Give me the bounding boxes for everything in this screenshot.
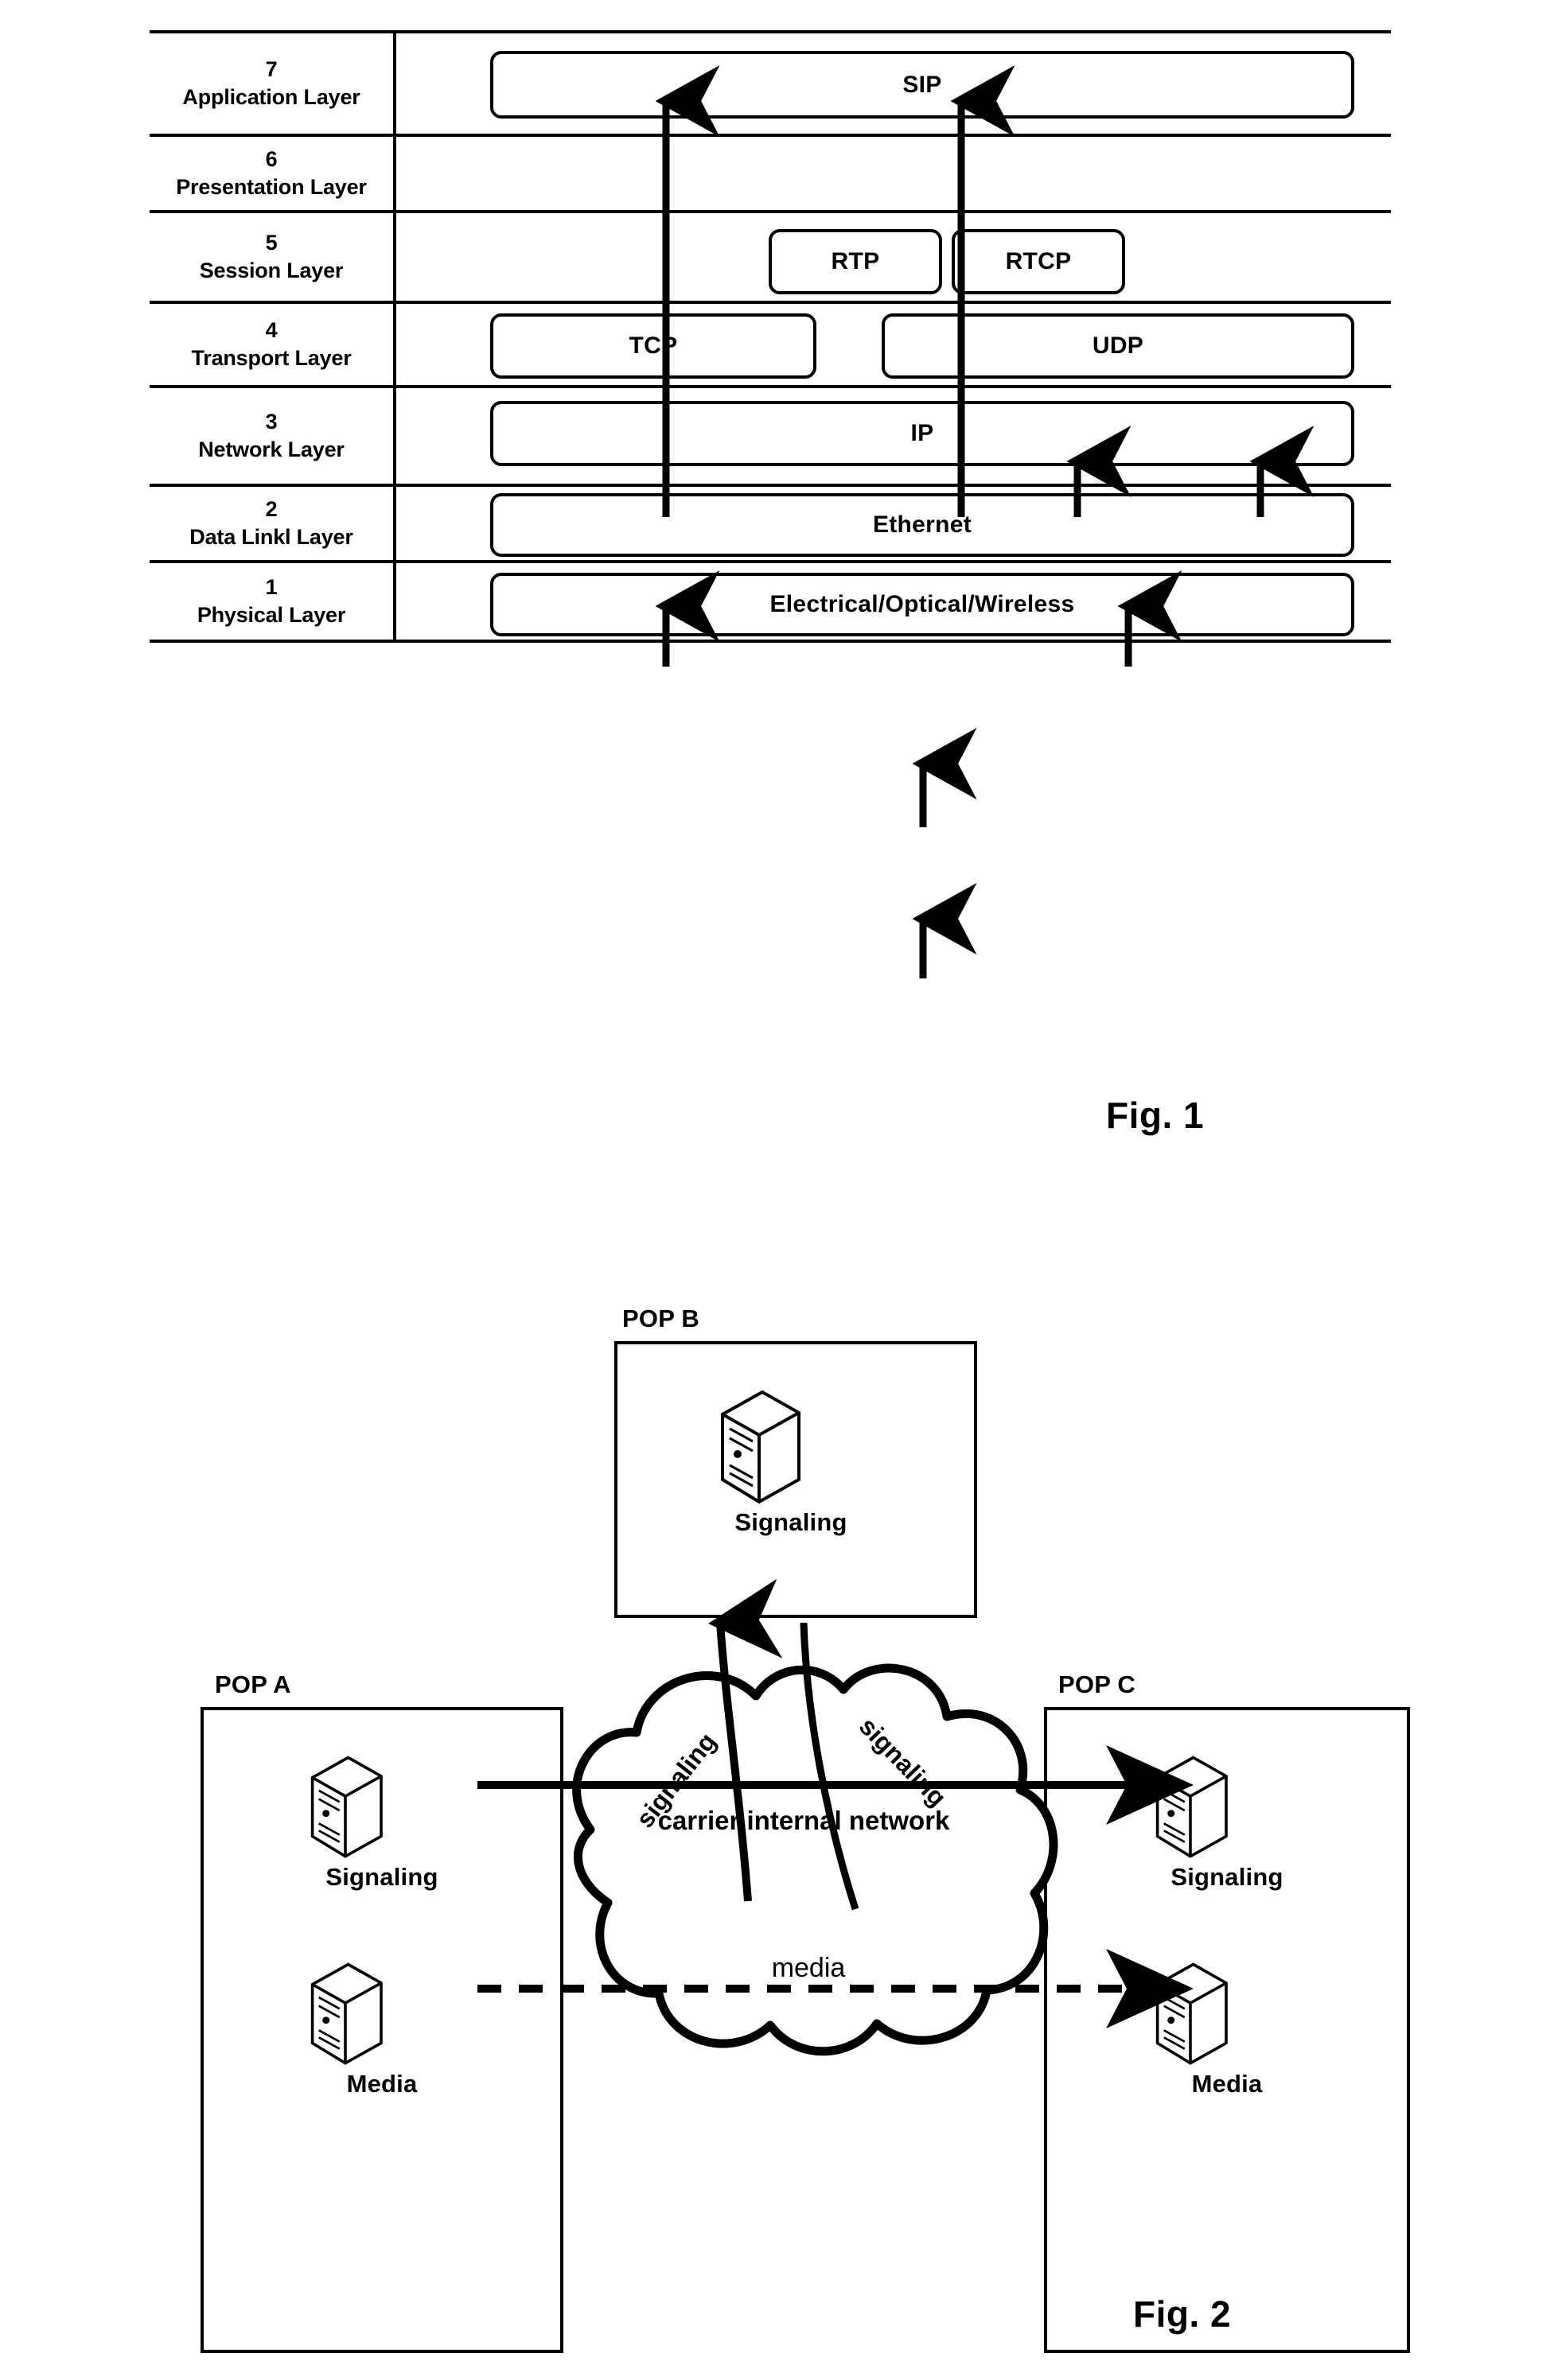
server-icon	[1155, 1756, 1228, 1858]
protocol-box-ethernet[interactable]: Ethernet	[490, 493, 1354, 557]
figure-1: 7 Application Layer SIP 6 Presentation L…	[0, 0, 1558, 1193]
server-icon	[310, 1756, 383, 1858]
protocol-box-tcp[interactable]: TCP	[490, 313, 816, 379]
protocol-box-sip[interactable]: SIP	[490, 51, 1354, 119]
osi-label-layer-6: 6 Presentation Layer	[150, 137, 396, 210]
figure-2-caption: Fig. 2	[1133, 2293, 1232, 2335]
osi-row-layer-5: 5 Session Layer RTP RTCP	[150, 210, 1391, 301]
figure-1-caption: Fig. 1	[1106, 1095, 1205, 1136]
pop-c-node-label: Signaling	[1170, 1863, 1283, 1891]
pop-a-node-label: Signaling	[325, 1863, 438, 1891]
osi-layer-name: Network Layer	[198, 438, 345, 461]
osi-layer-number: 4	[265, 318, 278, 343]
protocol-label-ip: IP	[910, 420, 934, 446]
osi-label-layer-4: 4 Transport Layer	[150, 304, 396, 385]
protocol-box-udp[interactable]: UDP	[882, 313, 1354, 379]
osi-body-layer-3: IP	[396, 388, 1391, 484]
protocol-box-rtp[interactable]: RTP	[769, 229, 942, 294]
osi-row-layer-4: 4 Transport Layer TCP UDP	[150, 301, 1391, 385]
osi-layer-number: 6	[265, 147, 278, 172]
osi-body-layer-1: Electrical/Optical/Wireless	[396, 563, 1391, 640]
osi-layer-name: Transport Layer	[191, 346, 352, 370]
pop-a-node-media[interactable]: Media	[302, 1957, 462, 2098]
pop-b-node-label: Signaling	[734, 1508, 847, 1536]
patent-drawing-sheet: 7 Application Layer SIP 6 Presentation L…	[0, 0, 1558, 2380]
pop-c-title: POP C	[1058, 1670, 1135, 1698]
osi-layer-table: 7 Application Layer SIP 6 Presentation L…	[150, 30, 1391, 643]
protocol-label-rtp: RTP	[831, 248, 880, 274]
pop-a-node-signaling[interactable]: Signaling	[302, 1750, 462, 1892]
osi-label-layer-1: 1 Physical Layer	[150, 563, 396, 640]
osi-row-layer-1: 1 Physical Layer Electrical/Optical/Wire…	[150, 560, 1391, 643]
osi-layer-name: Application Layer	[182, 85, 360, 109]
protocol-box-ip[interactable]: IP	[490, 401, 1354, 466]
server-icon	[310, 1962, 383, 2065]
server-icon	[1155, 1962, 1228, 2065]
arrow-signaling-to-pop-b	[708, 1578, 783, 1902]
osi-label-layer-2: 2 Data Linkl Layer	[150, 487, 396, 560]
media-flow-label: media	[772, 1953, 846, 1983]
pop-c-node-media[interactable]: Media	[1147, 1957, 1307, 2098]
osi-layer-name: Physical Layer	[197, 603, 346, 627]
osi-label-layer-5: 5 Session Layer	[150, 213, 396, 301]
protocol-label-sip: SIP	[902, 71, 942, 98]
protocol-box-physical[interactable]: Electrical/Optical/Wireless	[490, 573, 1354, 636]
pop-c-node-label: Media	[1191, 2070, 1263, 2098]
protocol-label-udp: UDP	[1092, 332, 1144, 359]
protocol-label-tcp: TCP	[629, 332, 678, 359]
protocol-label-ethernet: Ethernet	[872, 511, 972, 538]
osi-label-layer-7: 7 Application Layer	[150, 33, 396, 134]
pop-b-title: POP B	[622, 1305, 699, 1332]
cloud-label-text: carrier internal network	[658, 1806, 950, 1835]
osi-body-layer-7: SIP	[396, 33, 1391, 134]
osi-layer-name: Presentation Layer	[176, 175, 367, 199]
osi-layer-number: 1	[265, 575, 278, 600]
protocol-label-rtcp: RTCP	[1005, 248, 1072, 274]
osi-body-layer-4: TCP UDP	[396, 304, 1391, 385]
pop-a-node-label: Media	[346, 2070, 418, 2098]
osi-row-layer-6: 6 Presentation Layer	[150, 134, 1391, 210]
osi-label-layer-3: 3 Network Layer	[150, 388, 396, 484]
osi-body-layer-6	[396, 137, 1391, 210]
line-signaling-from-pop-b	[800, 1622, 859, 1911]
figure-2: POP B Signaling POP A Signaling Media PO…	[0, 1193, 1558, 2380]
cloud-signaling-label-left: signaling	[630, 1727, 722, 1833]
osi-layer-number: 5	[265, 231, 278, 255]
osi-layer-number: 7	[265, 57, 278, 82]
osi-row-layer-7: 7 Application Layer SIP	[150, 30, 1391, 134]
cloud-signaling-label-right: signaling	[854, 1712, 952, 1812]
osi-layer-name: Data Linkl Layer	[189, 525, 353, 549]
pop-b-node-signaling[interactable]: Signaling	[711, 1384, 871, 1537]
osi-layer-number: 2	[265, 497, 278, 522]
osi-row-layer-2: 2 Data Linkl Layer Ethernet	[150, 484, 1391, 560]
osi-row-layer-3: 3 Network Layer IP	[150, 385, 1391, 484]
protocol-box-rtcp[interactable]: RTCP	[952, 229, 1125, 294]
pop-a-title: POP A	[215, 1670, 291, 1698]
media-label-backdrop	[760, 1950, 857, 1984]
osi-body-layer-2: Ethernet	[396, 487, 1391, 560]
osi-layer-number: 3	[265, 410, 278, 434]
carrier-network-cloud	[572, 1663, 1058, 2056]
server-icon	[721, 1390, 800, 1504]
osi-body-layer-5: RTP RTCP	[396, 213, 1391, 301]
protocol-label-physical: Electrical/Optical/Wireless	[769, 591, 1075, 617]
pop-c-node-signaling[interactable]: Signaling	[1147, 1750, 1307, 1892]
osi-layer-name: Session Layer	[199, 259, 344, 282]
